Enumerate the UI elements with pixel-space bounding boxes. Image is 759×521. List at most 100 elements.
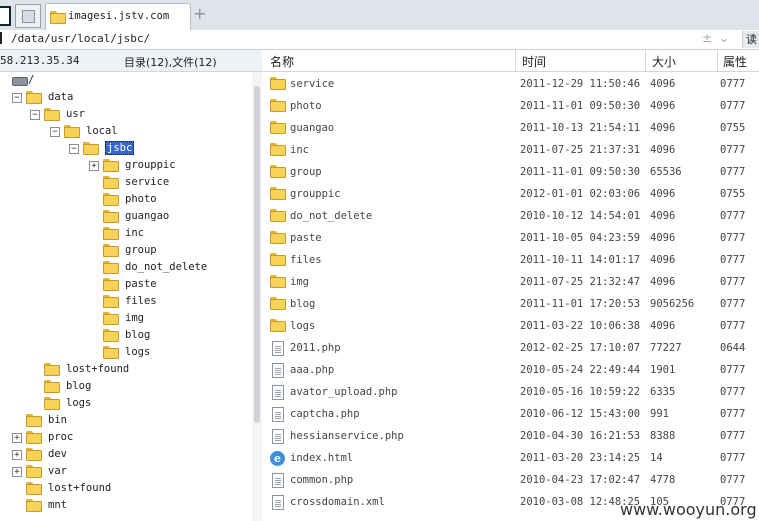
tree-item[interactable]: paste (103, 277, 240, 294)
tree-item[interactable]: photo (103, 192, 240, 209)
file-perm: 0644 (720, 342, 746, 354)
tree-item[interactable]: mnt (26, 498, 240, 515)
read-button[interactable]: 读 (742, 31, 759, 48)
new-tab-button[interactable]: + (193, 4, 206, 23)
collapse-icon[interactable]: − (69, 144, 79, 154)
file-size: 8388 (650, 430, 676, 442)
tree-item-label: var (48, 465, 67, 477)
expand-icon[interactable]: + (12, 433, 22, 443)
file-row[interactable]: blog 2011-11-01 17:20:53 9056256 0777 (262, 294, 759, 316)
address-path: /data/usr/local/jsbc/ (11, 32, 151, 45)
file-row[interactable]: guangao 2011-10-13 21:54:11 4096 0755 (262, 118, 759, 140)
file-row[interactable]: avator_upload.php 2010-05-16 10:59:22 6335… (262, 382, 759, 404)
tree-item[interactable]: logs (103, 345, 240, 362)
file-row[interactable]: e index.html 2011-03-20 23:14:25 14 0777 (262, 448, 759, 470)
tree-item[interactable]: inc (103, 226, 240, 243)
tree-item[interactable]: lost+found (44, 362, 240, 379)
tree-item[interactable]: − data (12, 90, 240, 107)
file-time: 2010-10-12 14:54:01 (520, 210, 641, 222)
tree-scrollbar[interactable] (252, 72, 262, 521)
tree-item[interactable]: logs (44, 396, 240, 413)
folder-icon (26, 499, 42, 512)
expand-icon[interactable]: + (89, 161, 99, 171)
tree-item[interactable]: bin (26, 413, 240, 430)
tree-item[interactable]: − usr (30, 107, 240, 124)
file-size: 4096 (650, 320, 676, 332)
tree-item[interactable]: + dev (12, 447, 240, 464)
file-size: 1901 (650, 364, 676, 376)
file-row[interactable]: inc 2011-07-25 21:37:31 4096 0777 (262, 140, 759, 162)
file-row[interactable]: do_not_delete 2010-10-12 14:54:01 4096 0777 (262, 206, 759, 228)
file-row[interactable]: captcha.php 2010-06-12 15:43:00 991 0777 (262, 404, 759, 426)
split-icon[interactable]: ± (702, 31, 712, 45)
collapse-icon[interactable]: − (30, 110, 40, 120)
address-bar[interactable]: /data/usr/local/jsbc/ ± ⌄ 读 (0, 30, 759, 50)
column-name[interactable]: 名称 (270, 53, 294, 70)
tree-item[interactable]: + proc (12, 430, 240, 447)
tab-title: imagesi.jstv.com (68, 10, 170, 22)
file-name: paste (290, 232, 322, 244)
folder-icon (270, 319, 286, 332)
tree-item[interactable]: guangao (103, 209, 240, 226)
file-name: index.html (290, 452, 354, 464)
column-time[interactable]: 时间 (522, 53, 546, 70)
tree-item[interactable]: − local (50, 124, 240, 141)
chevron-down-icon[interactable]: ⌄ (719, 31, 729, 45)
collapse-icon[interactable]: − (12, 93, 22, 103)
tree-item-label: bin (48, 414, 67, 426)
tree-item-label: img (125, 312, 144, 324)
file-row[interactable]: group 2011-11-01 09:50:30 65536 0777 (262, 162, 759, 184)
watermark: www.wooyun.org (620, 500, 757, 519)
tree-item[interactable]: blog (103, 328, 240, 345)
tree-item[interactable]: img (103, 311, 240, 328)
file-row[interactable]: files 2011-10-11 14:01:17 4096 0777 (262, 250, 759, 272)
file-row[interactable]: paste 2011-10-05 04:23:59 4096 0777 (262, 228, 759, 250)
file-name: avator_upload.php (290, 386, 398, 398)
folder-icon (103, 210, 119, 223)
window-button[interactable] (15, 4, 41, 28)
scroll-thumb[interactable] (254, 86, 260, 423)
folder-icon (103, 312, 119, 325)
tree-item-label: logs (66, 397, 92, 409)
file-list: service 2011-12-29 11:50:46 4096 0777 photo 2… (262, 74, 759, 521)
tab-bar: imagesi.jstv.com + (0, 0, 759, 31)
file-icon (272, 473, 284, 488)
file-row[interactable]: grouppic 2012-01-01 02:03:06 4096 0755 (262, 184, 759, 206)
expand-icon[interactable]: + (12, 467, 22, 477)
tree-item[interactable]: service (103, 175, 240, 192)
file-row[interactable]: logs 2011-03-22 10:06:38 4096 0777 (262, 316, 759, 338)
file-perm: 0777 (720, 320, 746, 332)
panel-toggle-button[interactable] (0, 6, 11, 26)
tree-item[interactable]: lost+found (26, 481, 240, 498)
tree-item[interactable]: + var (12, 464, 240, 481)
collapse-icon[interactable]: − (50, 127, 60, 137)
folder-icon (270, 143, 286, 156)
tab-active[interactable]: imagesi.jstv.com (45, 3, 191, 30)
tree-item[interactable]: files (103, 294, 240, 311)
file-row[interactable]: common.php 2010-04-23 17:02:47 4778 0777 (262, 470, 759, 492)
folder-icon (270, 99, 286, 112)
file-row[interactable]: img 2011-07-25 21:32:47 4096 0777 (262, 272, 759, 294)
column-size[interactable]: 大小 (652, 53, 676, 70)
file-name: do_not_delete (290, 210, 373, 222)
tree-item-label: blog (66, 380, 92, 392)
expand-icon[interactable]: + (12, 450, 22, 460)
file-row[interactable]: aaa.php 2010-05-24 22:49:44 1901 0777 (262, 360, 759, 382)
file-row[interactable]: hessianservice.php 2010-04-30 16:21:53 838… (262, 426, 759, 448)
tree-item[interactable]: blog (44, 379, 240, 396)
column-divider[interactable] (645, 50, 646, 71)
column-divider[interactable] (515, 50, 516, 71)
file-row[interactable]: 2011.php 2012-02-25 17:10:07 77227 0644 (262, 338, 759, 360)
tree-item[interactable]: group (103, 243, 240, 260)
tree-item[interactable]: do_not_delete (103, 260, 240, 277)
file-time: 2011-10-11 14:01:17 (520, 254, 641, 266)
tree-item[interactable]: − jsbc (69, 141, 240, 158)
file-name: hessianservice.php (290, 430, 404, 442)
tree-item[interactable]: + grouppic (89, 158, 240, 175)
tree-item[interactable]: / (6, 73, 240, 90)
column-perm[interactable]: 属性 (723, 53, 747, 70)
column-divider[interactable] (717, 50, 718, 71)
file-row[interactable]: service 2011-12-29 11:50:46 4096 0777 (262, 74, 759, 96)
folder-icon (64, 125, 80, 138)
file-row[interactable]: photo 2011-11-01 09:50:30 4096 0777 (262, 96, 759, 118)
